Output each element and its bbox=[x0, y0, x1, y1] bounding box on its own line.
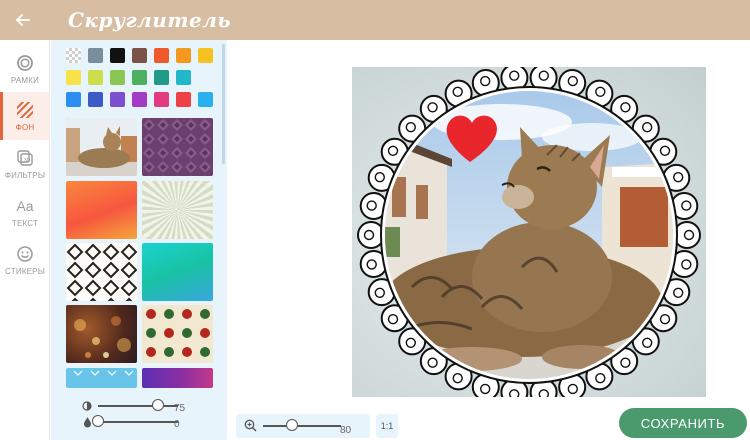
opacity-slider-knob[interactable] bbox=[152, 399, 164, 411]
blur-slider[interactable]: 0 bbox=[80, 414, 230, 430]
back-button[interactable] bbox=[0, 0, 46, 40]
color-swatch[interactable] bbox=[132, 70, 147, 85]
smiley-icon bbox=[17, 246, 33, 262]
arrow-left-icon bbox=[16, 14, 30, 26]
color-swatch[interactable] bbox=[176, 48, 191, 63]
blur-slider-knob[interactable] bbox=[92, 415, 104, 427]
tool-frames[interactable]: РАМКИ bbox=[0, 45, 50, 93]
purple-diamond-thumbnail bbox=[142, 118, 213, 176]
arrow-pattern-thumbnail bbox=[73, 370, 134, 376]
color-swatch[interactable] bbox=[110, 70, 125, 85]
tool-filters[interactable]: 3D ФИЛЬТРЫ bbox=[0, 140, 50, 188]
tool-background[interactable]: ФОН bbox=[0, 92, 50, 140]
zoom-slider-knob[interactable] bbox=[285, 419, 298, 431]
contrast-icon bbox=[82, 401, 92, 411]
opacity-slider-track[interactable] bbox=[98, 405, 178, 407]
drop-icon bbox=[84, 417, 91, 428]
color-swatch[interactable] bbox=[66, 92, 81, 107]
color-swatch[interactable] bbox=[198, 48, 213, 63]
texture-polka-dot-pattern[interactable] bbox=[142, 305, 213, 363]
artwork-canvas[interactable] bbox=[352, 67, 706, 397]
tool-stickers-label: СТИКЕРЫ bbox=[5, 267, 45, 276]
color-swatch[interactable] bbox=[198, 92, 213, 107]
cat-photo-thumbnail bbox=[66, 118, 137, 176]
texture-purple-gradient[interactable] bbox=[142, 368, 213, 388]
actual-size-button[interactable]: 1:1 bbox=[376, 414, 398, 438]
tool-text[interactable]: Aa ТЕКСТ bbox=[0, 188, 50, 236]
texture-teal-gradient[interactable] bbox=[142, 243, 213, 301]
color-swatch[interactable] bbox=[110, 48, 125, 63]
opacity-value: 75 bbox=[174, 403, 186, 414]
blur-value: 0 bbox=[174, 419, 180, 430]
texture-purple-diamond-pattern[interactable] bbox=[142, 118, 213, 176]
tool-stickers[interactable]: СТИКЕРЫ bbox=[0, 236, 50, 284]
color-swatch[interactable] bbox=[154, 70, 169, 85]
background-panel bbox=[51, 40, 227, 440]
color-swatch[interactable] bbox=[66, 48, 81, 63]
diamond-outline-thumbnail bbox=[66, 243, 137, 301]
texture-bokeh-lights[interactable] bbox=[66, 305, 137, 363]
color-swatch[interactable] bbox=[66, 70, 81, 85]
tool-text-label: ТЕКСТ bbox=[11, 219, 39, 228]
filters-icon: 3D bbox=[17, 150, 33, 166]
color-swatch[interactable] bbox=[88, 48, 103, 63]
polka-dot-thumbnail bbox=[142, 305, 213, 363]
color-swatch[interactable] bbox=[110, 92, 125, 107]
texture-sunburst-pattern[interactable] bbox=[142, 181, 213, 239]
svg-text:3D: 3D bbox=[24, 158, 31, 164]
tool-frames-label: РАМКИ bbox=[10, 76, 40, 85]
app-window: Скруглитель РАМКИ ФОН 3D ФИЛЬТРЫ Aa ТЕКС… bbox=[0, 0, 750, 440]
color-swatch[interactable] bbox=[88, 92, 103, 107]
color-swatch[interactable] bbox=[132, 48, 147, 63]
color-swatch[interactable] bbox=[154, 92, 169, 107]
zoom-control: 80 bbox=[236, 414, 370, 438]
texture-diamond-outline-pattern[interactable] bbox=[66, 243, 137, 301]
opacity-slider[interactable]: 75 bbox=[80, 398, 230, 414]
color-swatch[interactable] bbox=[132, 92, 147, 107]
tool-rail: РАМКИ ФОН 3D ФИЛЬТРЫ Aa ТЕКСТ СТИКЕРЫ bbox=[0, 40, 50, 440]
save-button[interactable]: СОХРАНИТЬ bbox=[619, 408, 747, 438]
panel-scrollbar[interactable] bbox=[222, 44, 225, 164]
texture-orange-gradient[interactable] bbox=[66, 181, 137, 239]
rounded-photo-composition bbox=[357, 67, 701, 397]
diagonal-stripes-icon bbox=[17, 102, 33, 118]
tool-filters-label: ФИЛЬТРЫ bbox=[4, 171, 46, 180]
color-swatch[interactable] bbox=[176, 92, 191, 107]
zoom-in-icon bbox=[244, 419, 257, 432]
blur-slider-track[interactable] bbox=[98, 421, 178, 423]
zoom-value: 80 bbox=[340, 425, 352, 436]
app-title: Скруглитель bbox=[68, 8, 232, 32]
header-bar: Скруглитель bbox=[0, 0, 750, 40]
text-aa-icon: Aa bbox=[16, 198, 34, 214]
bokeh-thumbnail bbox=[74, 316, 131, 358]
color-swatch[interactable] bbox=[154, 48, 169, 63]
texture-cat-photo-tile[interactable] bbox=[66, 118, 137, 176]
circle-frame-icon bbox=[17, 55, 33, 71]
color-swatch[interactable] bbox=[176, 70, 191, 85]
color-swatch[interactable] bbox=[88, 70, 103, 85]
tool-background-label: ФОН bbox=[15, 123, 35, 132]
texture-arrow-pattern-tile[interactable] bbox=[66, 368, 137, 388]
zoom-slider-track[interactable] bbox=[263, 425, 341, 427]
